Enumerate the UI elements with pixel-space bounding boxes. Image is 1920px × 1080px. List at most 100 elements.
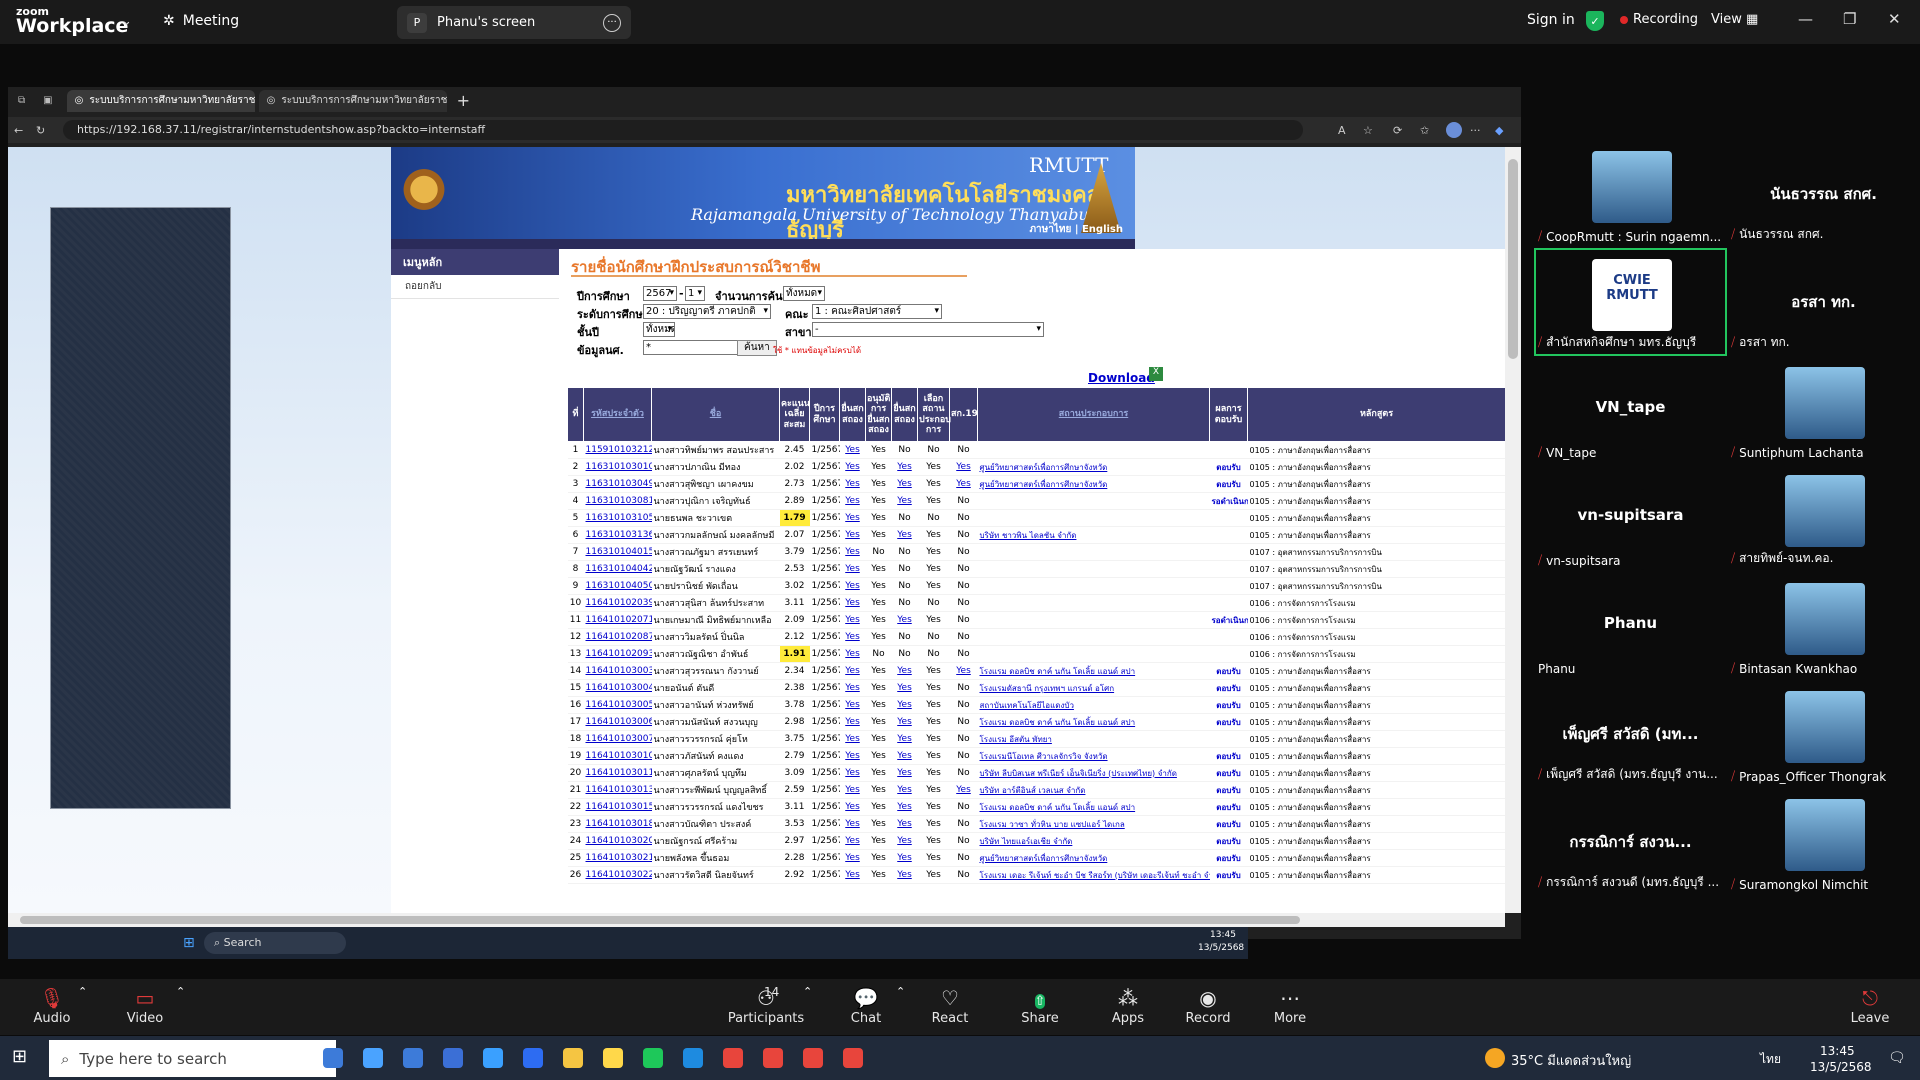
cell-sk19[interactable]: Yes — [949, 781, 978, 799]
view-button[interactable]: View ▦ — [1711, 12, 1758, 27]
chevron-up-icon[interactable]: ⌃ — [176, 985, 185, 998]
cell-submit2[interactable]: Yes — [891, 611, 918, 629]
cell-submit[interactable]: Yes — [839, 560, 866, 578]
shield-icon[interactable]: ✓ — [1586, 11, 1604, 31]
cell-submit[interactable]: Yes — [839, 577, 866, 595]
col-header-name[interactable]: ชื่อ — [651, 387, 780, 442]
cell-student-id[interactable]: 116410103005-7 — [583, 696, 652, 714]
scroll-thumb[interactable] — [20, 916, 1300, 924]
app-icon[interactable] — [363, 1048, 383, 1068]
cell-student-id[interactable]: 116310104015-7 — [583, 543, 652, 561]
cell-result[interactable]: ตอบรับ — [1209, 713, 1248, 731]
cell-company[interactable]: ศูนย์วิทยาศาสตร์เพื่อการศึกษาจังหวัด — [977, 849, 1210, 867]
participant-tile[interactable]: ⧸ สายทิพย์-จนท.คอ. — [1727, 464, 1920, 572]
record-button[interactable]: ◉ Record — [1168, 985, 1248, 1026]
cell-company[interactable] — [977, 441, 1210, 459]
cell-submit[interactable]: Yes — [839, 815, 866, 833]
year-select[interactable]: 2567 — [643, 286, 677, 301]
participant-tile[interactable]: ⧸ CoopRmutt : Surin ngaemn... — [1534, 140, 1727, 248]
cell-submit[interactable]: Yes — [839, 832, 866, 850]
cell-submit2[interactable]: Yes — [891, 492, 918, 510]
cell-student-id[interactable]: 116310103049-7 — [583, 475, 652, 493]
cell-result[interactable]: รอดำเนินการ — [1209, 492, 1248, 510]
scroll-thumb[interactable] — [1508, 159, 1518, 359]
cell-submit[interactable]: Yes — [839, 543, 866, 561]
language-switch[interactable]: ภาษาไทย | English — [1029, 222, 1123, 237]
read-aloud-icon[interactable]: A — [1338, 124, 1346, 137]
participant-tile[interactable]: เพ็ญศรี สวัสดิ (มท... ⧸ เพ็ญศรี สวัสดิ (มท… — [1534, 680, 1727, 788]
cell-company[interactable]: สถาบันเทคโนโลยีไอแดงบัว — [977, 696, 1210, 714]
cell-company[interactable]: โรงแรม ดอลบิช ดาค์ นกัน โดเลิ้ย แอนด์ สป… — [977, 798, 1210, 816]
cell-student-id[interactable]: 116310103081-0 — [583, 492, 652, 510]
major-select[interactable]: - — [812, 322, 1044, 337]
cell-company[interactable]: โรงแรม วาซา ทั่วหิน บาย แซปแอร์ ไดเกล — [977, 815, 1210, 833]
cell-company[interactable]: บริษัท ไทยแอร์เอเชีย จำกัด — [977, 832, 1210, 850]
cell-result[interactable]: รอดำเนินการ — [1209, 611, 1248, 629]
cell-submit[interactable]: Yes — [839, 662, 866, 680]
count-select[interactable]: ทั้งหมด — [783, 286, 825, 301]
workspaces-icon[interactable]: ⧉ — [18, 95, 25, 106]
cell-student-id[interactable]: 116410103021-4 — [583, 849, 652, 867]
cell-result[interactable]: ตอบรับ — [1209, 679, 1248, 697]
cell-result[interactable]: ตอบรับ — [1209, 781, 1248, 799]
apps-button[interactable]: ⁂ Apps — [1088, 985, 1168, 1026]
cell-student-id[interactable]: 116410103004-0 — [583, 679, 652, 697]
cell-submit2[interactable]: Yes — [891, 832, 918, 850]
cell-student-id[interactable]: 116310104050-4 — [583, 577, 652, 595]
favorites-icon[interactable]: ✩ — [1420, 124, 1429, 137]
cell-student-id[interactable]: 116410102087-6 — [583, 628, 652, 646]
cell-student-id[interactable]: 116410103003-2 — [583, 662, 652, 680]
cell-company[interactable]: โรงแรม ดอลบิช ดาค์ นกัน โดเลิ้ย แอนด์ สป… — [977, 662, 1210, 680]
browser-tab-1[interactable]: ◎ ระบบบริการการศึกษามหาวิทยาลัยราช ✕ — [66, 89, 255, 112]
cell-submit2[interactable]: Yes — [891, 696, 918, 714]
menu-item-back[interactable]: ถอยกลับ — [391, 275, 559, 299]
cell-student-id[interactable]: 116410103010-7 — [583, 747, 652, 765]
col-header-name-link[interactable]: ชื่อ — [710, 409, 722, 419]
cell-submit2[interactable]: Yes — [891, 866, 918, 884]
new-tab-icon[interactable]: + — [457, 91, 470, 110]
back-icon[interactable]: ← — [14, 124, 23, 137]
share-button[interactable]: ⇧ Share — [1000, 985, 1080, 1026]
cell-student-id[interactable]: 116410102093-4 — [583, 645, 652, 663]
cell-sk19[interactable]: Yes — [949, 662, 978, 680]
search-button[interactable]: ค้นหา — [737, 340, 777, 356]
cell-submit[interactable]: Yes — [839, 713, 866, 731]
cell-company[interactable]: บริษัท ชาวพิน ไดลชัน จำกัด — [977, 526, 1210, 544]
tab-actions-icon[interactable]: ▣ — [43, 95, 52, 106]
cell-submit[interactable]: Yes — [839, 594, 866, 612]
chrome-icon[interactable] — [803, 1048, 823, 1068]
cell-company[interactable] — [977, 577, 1210, 595]
level-select[interactable]: 20 : ปริญญาตรี ภาคปกติ — [643, 304, 771, 319]
participant-tile[interactable]: ⧸ Prapas_Officer Thongrak — [1727, 680, 1920, 788]
task-view-icon[interactable] — [283, 1048, 303, 1068]
sharing-indicator[interactable]: P Phanu's screen ··· — [397, 6, 631, 39]
participant-tile[interactable]: นันธวรรณ สกศ. ⧸ นันธวรรณ สกศ. — [1727, 140, 1920, 248]
cell-student-id[interactable]: 116310103136-2 — [583, 526, 652, 544]
cell-submit[interactable]: Yes — [839, 441, 866, 459]
cell-submit2[interactable]: Yes — [891, 764, 918, 782]
cell-result[interactable]: ตอบรับ — [1209, 458, 1248, 476]
participant-tile[interactable]: ⧸ Bintasan Kwankhao — [1727, 572, 1920, 680]
cell-submit[interactable]: Yes — [839, 492, 866, 510]
col-header-company-link[interactable]: สถานประกอบการ — [1059, 409, 1128, 419]
cell-submit2[interactable]: Yes — [891, 730, 918, 748]
cell-submit2[interactable]: Yes — [891, 526, 918, 544]
chrome-icon[interactable] — [763, 1048, 783, 1068]
cell-result[interactable]: ตอบรับ — [1209, 696, 1248, 714]
cell-student-id[interactable]: 116410102039-7 — [583, 594, 652, 612]
download-link[interactable]: Download — [1088, 371, 1155, 385]
cell-student-id[interactable]: 116310104042-1 — [583, 560, 652, 578]
cell-submit[interactable]: Yes — [839, 696, 866, 714]
cell-submit[interactable]: Yes — [839, 628, 866, 646]
cell-submit[interactable]: Yes — [839, 866, 866, 884]
cell-company[interactable]: โรงแรม ดอลบิช ดาค์ นกัน โดเลิ้ย แอนด์ สป… — [977, 713, 1210, 731]
windows-start-icon[interactable]: ⊞ — [183, 935, 195, 951]
cell-result[interactable]: ตอบรับ — [1209, 764, 1248, 782]
app-icon[interactable] — [323, 1048, 343, 1068]
profile-icon[interactable] — [1446, 122, 1462, 138]
participant-tile[interactable]: กรรณิการ์ สงวน... ⧸ กรรณิการ์ สงวนดี (มทร.… — [1534, 788, 1727, 896]
cell-company[interactable]: โรงแรม เดอะ รีเจ้นท์ ชะอำ บีช รีสอร์ท (บ… — [977, 866, 1210, 884]
cell-submit[interactable]: Yes — [839, 679, 866, 697]
cell-student-id[interactable]: 116410103015-6 — [583, 798, 652, 816]
restore-icon[interactable]: ❐ — [1843, 10, 1856, 28]
